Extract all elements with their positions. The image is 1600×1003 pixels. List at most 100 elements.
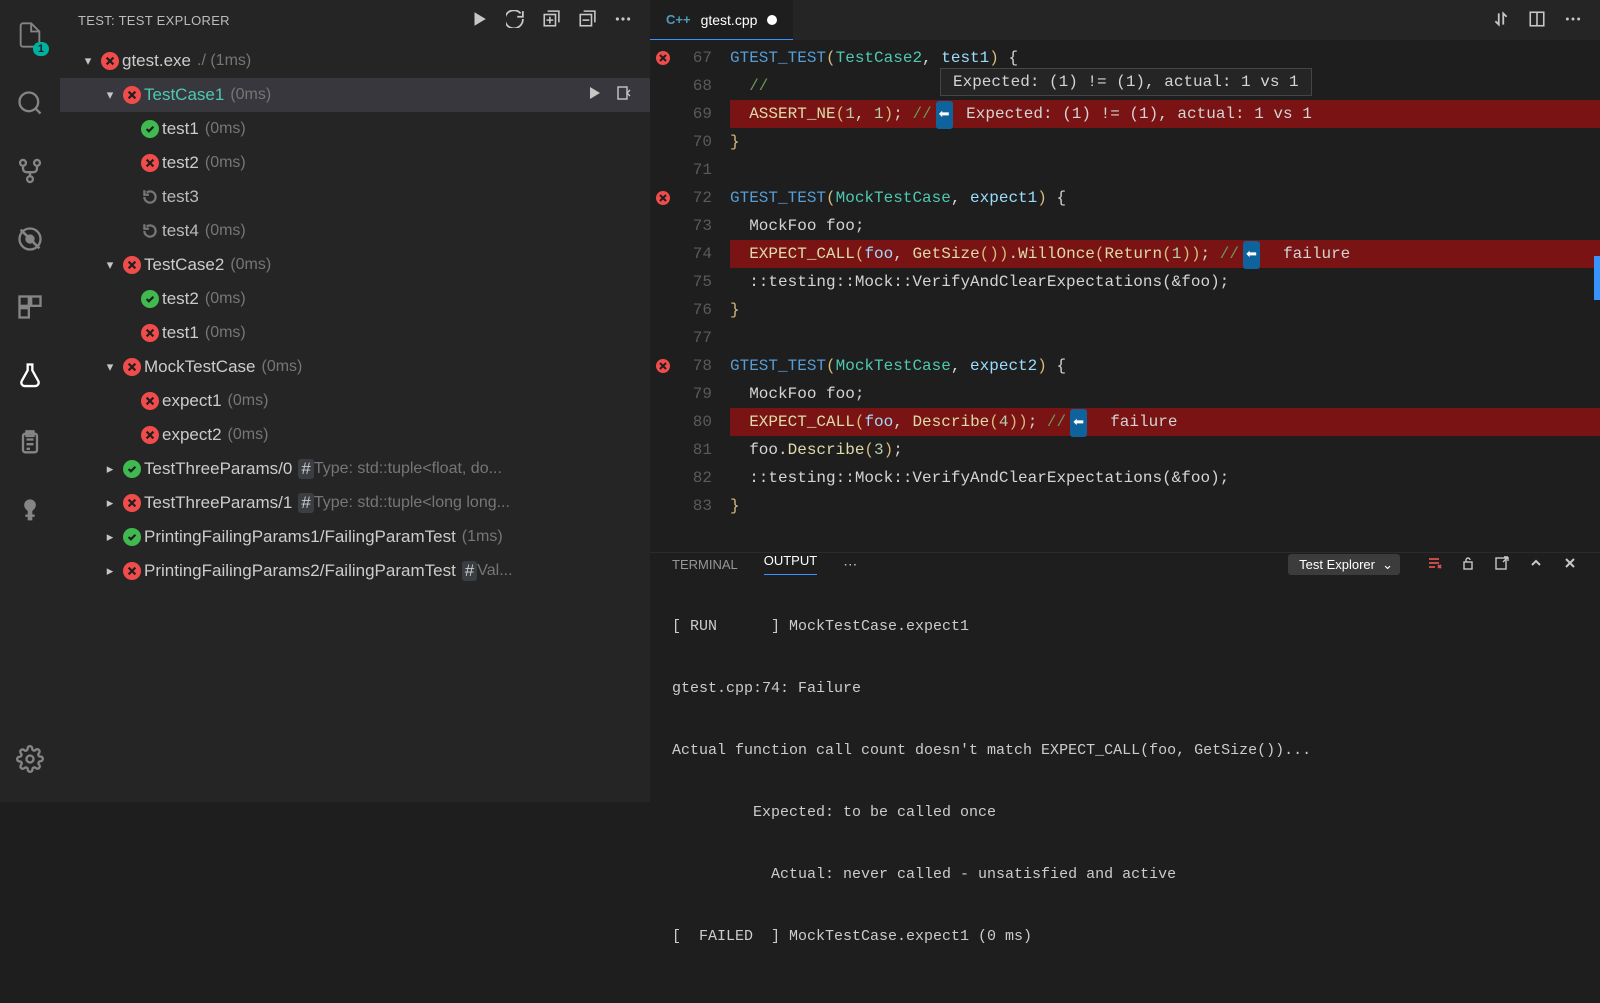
editor-tab-gtest[interactable]: C++ gtest.cpp [650,0,793,40]
tree-label: test3 [162,187,199,207]
chevron-down-icon: ▾ [107,87,114,103]
more-icon[interactable] [614,10,632,31]
tree-hint: (0ms) [205,324,246,342]
fail-icon [138,154,162,172]
explorer-icon[interactable]: 1 [5,10,55,60]
tree-item-tc1-test1[interactable]: test1 (0ms) [60,112,650,146]
tree-label: expect2 [162,425,222,445]
type-tag-icon: # [298,459,313,479]
tree-hint: ./ (1ms) [197,52,251,70]
pass-icon [120,460,144,478]
fail-icon [655,50,671,66]
refresh-icon[interactable] [506,10,524,31]
output-body[interactable]: [ RUN ] MockTestCase.expect1 gtest.cpp:7… [650,575,1600,989]
tree-label: gtest.exe [122,51,191,71]
tree-item-tc1-test3[interactable]: test3 [60,180,650,214]
tasks-icon[interactable] [5,418,55,468]
chevron-right-icon: ▸ [107,495,114,511]
chevron-up-icon[interactable] [1528,555,1544,574]
tree-item-pf2[interactable]: ▸ PrintingFailingParams2/FailingParamTes… [60,554,650,588]
expand-all-icon[interactable] [542,10,560,31]
chevron-down-icon: ▾ [85,53,92,69]
tree-label: test1 [162,323,199,343]
tab-terminal[interactable]: TERMINAL [672,557,738,572]
tab-label: gtest.cpp [701,12,758,28]
run-all-icon[interactable] [470,10,488,31]
fail-icon [138,324,162,342]
panel-more-icon[interactable]: ⋯ [843,556,857,573]
minimap-scroll-indicator[interactable] [1594,256,1600,300]
tree-item-testcase1[interactable]: ▾ TestCase1 (0ms) [60,78,650,112]
tree-item-gtest-exe[interactable]: ▾ gtest.exe ./ (1ms) [60,44,650,78]
run-icon[interactable] [586,85,602,106]
fail-icon [138,392,162,410]
testing-icon[interactable] [5,350,55,400]
split-editor-icon[interactable] [1528,10,1546,31]
type-tag-icon: # [298,493,313,513]
output-line: [ RUN ] MockTestCase.expect1 [672,613,1578,641]
explorer-badge: 1 [33,42,49,56]
fail-icon [120,562,144,580]
tree-label: expect1 [162,391,222,411]
tree-item-mocktestcase[interactable]: ▾ MockTestCase (0ms) [60,350,650,384]
dirty-indicator-icon [767,15,777,25]
clear-output-icon[interactable] [1426,555,1442,574]
close-panel-icon[interactable] [1562,555,1578,574]
debug-icon[interactable] [5,214,55,264]
tree-item-tc1-test4[interactable]: test4 (0ms) [60,214,650,248]
tree-item-tp1[interactable]: ▸ TestThreeParams/1 # Type: std::tuple<l… [60,486,650,520]
tree-label: TestCase1 [144,85,224,105]
fail-icon [655,190,671,206]
test-tree: ▾ gtest.exe ./ (1ms) ▾ TestCase1 (0ms) t… [60,40,650,592]
output-channel-select[interactable]: Test Explorer [1288,554,1400,575]
tree-item-mock-expect1[interactable]: expect1 (0ms) [60,384,650,418]
activity-bar: 1 [0,0,60,802]
line-numbers: 67 68 69 70 71 72 73 74 75 76 77 78 79 8… [676,40,730,552]
open-file-icon[interactable] [1494,555,1510,574]
editor-more-icon[interactable] [1564,10,1582,31]
editor-body[interactable]: 67 68 69 70 71 72 73 74 75 76 77 78 79 8… [650,40,1600,552]
fail-icon [120,86,144,104]
fail-icon [120,358,144,376]
goto-icon[interactable] [616,85,632,106]
tree-label: MockTestCase [144,357,255,377]
compare-icon[interactable] [1492,10,1510,31]
tab-output[interactable]: OUTPUT [764,553,817,575]
code-content[interactable]: Expected: (1) != (1), actual: 1 vs 1 GTE… [730,40,1600,552]
settings-icon[interactable] [5,734,55,784]
tree-hint: (0ms) [205,120,246,138]
fail-icon [120,256,144,274]
extensions-icon[interactable] [5,282,55,332]
skip-icon [138,188,162,206]
source-control-icon[interactable] [5,146,55,196]
tree-item-mock-expect2[interactable]: expect2 (0ms) [60,418,650,452]
tree-hint: (0ms) [228,426,269,444]
tree-hint: (0ms) [205,222,246,240]
test-explorer-sidebar: TEST: TEST EXPLORER ▾ gtest.exe ./ (1ms)… [60,0,650,802]
editor-tabs: C++ gtest.cpp [650,0,1600,40]
tree-item-tc2-test2[interactable]: test2 (0ms) [60,282,650,316]
tree-label: TestThreeParams/1 [144,493,292,513]
editor-area: C++ gtest.cpp 67 68 69 70 71 72 73 74 [650,0,1600,802]
fail-icon [120,494,144,512]
output-line: [ FAILED ] MockTestCase.expect1 (0 ms) [672,923,1578,951]
tree-item-tc2-test1[interactable]: test1 (0ms) [60,316,650,350]
tree-label: PrintingFailingParams1/FailingParamTest [144,527,456,547]
tree-icon[interactable] [5,486,55,536]
tree-hint: (0ms) [230,256,271,274]
chevron-down-icon: ▾ [107,257,114,273]
tree-item-tc1-test2[interactable]: test2 (0ms) [60,146,650,180]
tree-item-testcase2[interactable]: ▾ TestCase2 (0ms) [60,248,650,282]
tree-item-pf1[interactable]: ▸ PrintingFailingParams1/FailingParamTes… [60,520,650,554]
tree-hint: (0ms) [228,392,269,410]
tree-hint: (0ms) [261,358,302,376]
output-line: Expected: to be called once [672,799,1578,827]
collapse-all-icon[interactable] [578,10,596,31]
output-line: Actual function call count doesn't match… [672,737,1578,765]
tree-item-tp0[interactable]: ▸ TestThreeParams/0 # Type: std::tuple<f… [60,452,650,486]
search-icon[interactable] [5,78,55,128]
lock-icon[interactable] [1460,555,1476,574]
tree-hint: Val... [477,562,512,580]
bottom-panel: TERMINAL OUTPUT ⋯ Test Explorer [ RUN ] … [650,552,1600,802]
editor-gutter [650,40,676,552]
